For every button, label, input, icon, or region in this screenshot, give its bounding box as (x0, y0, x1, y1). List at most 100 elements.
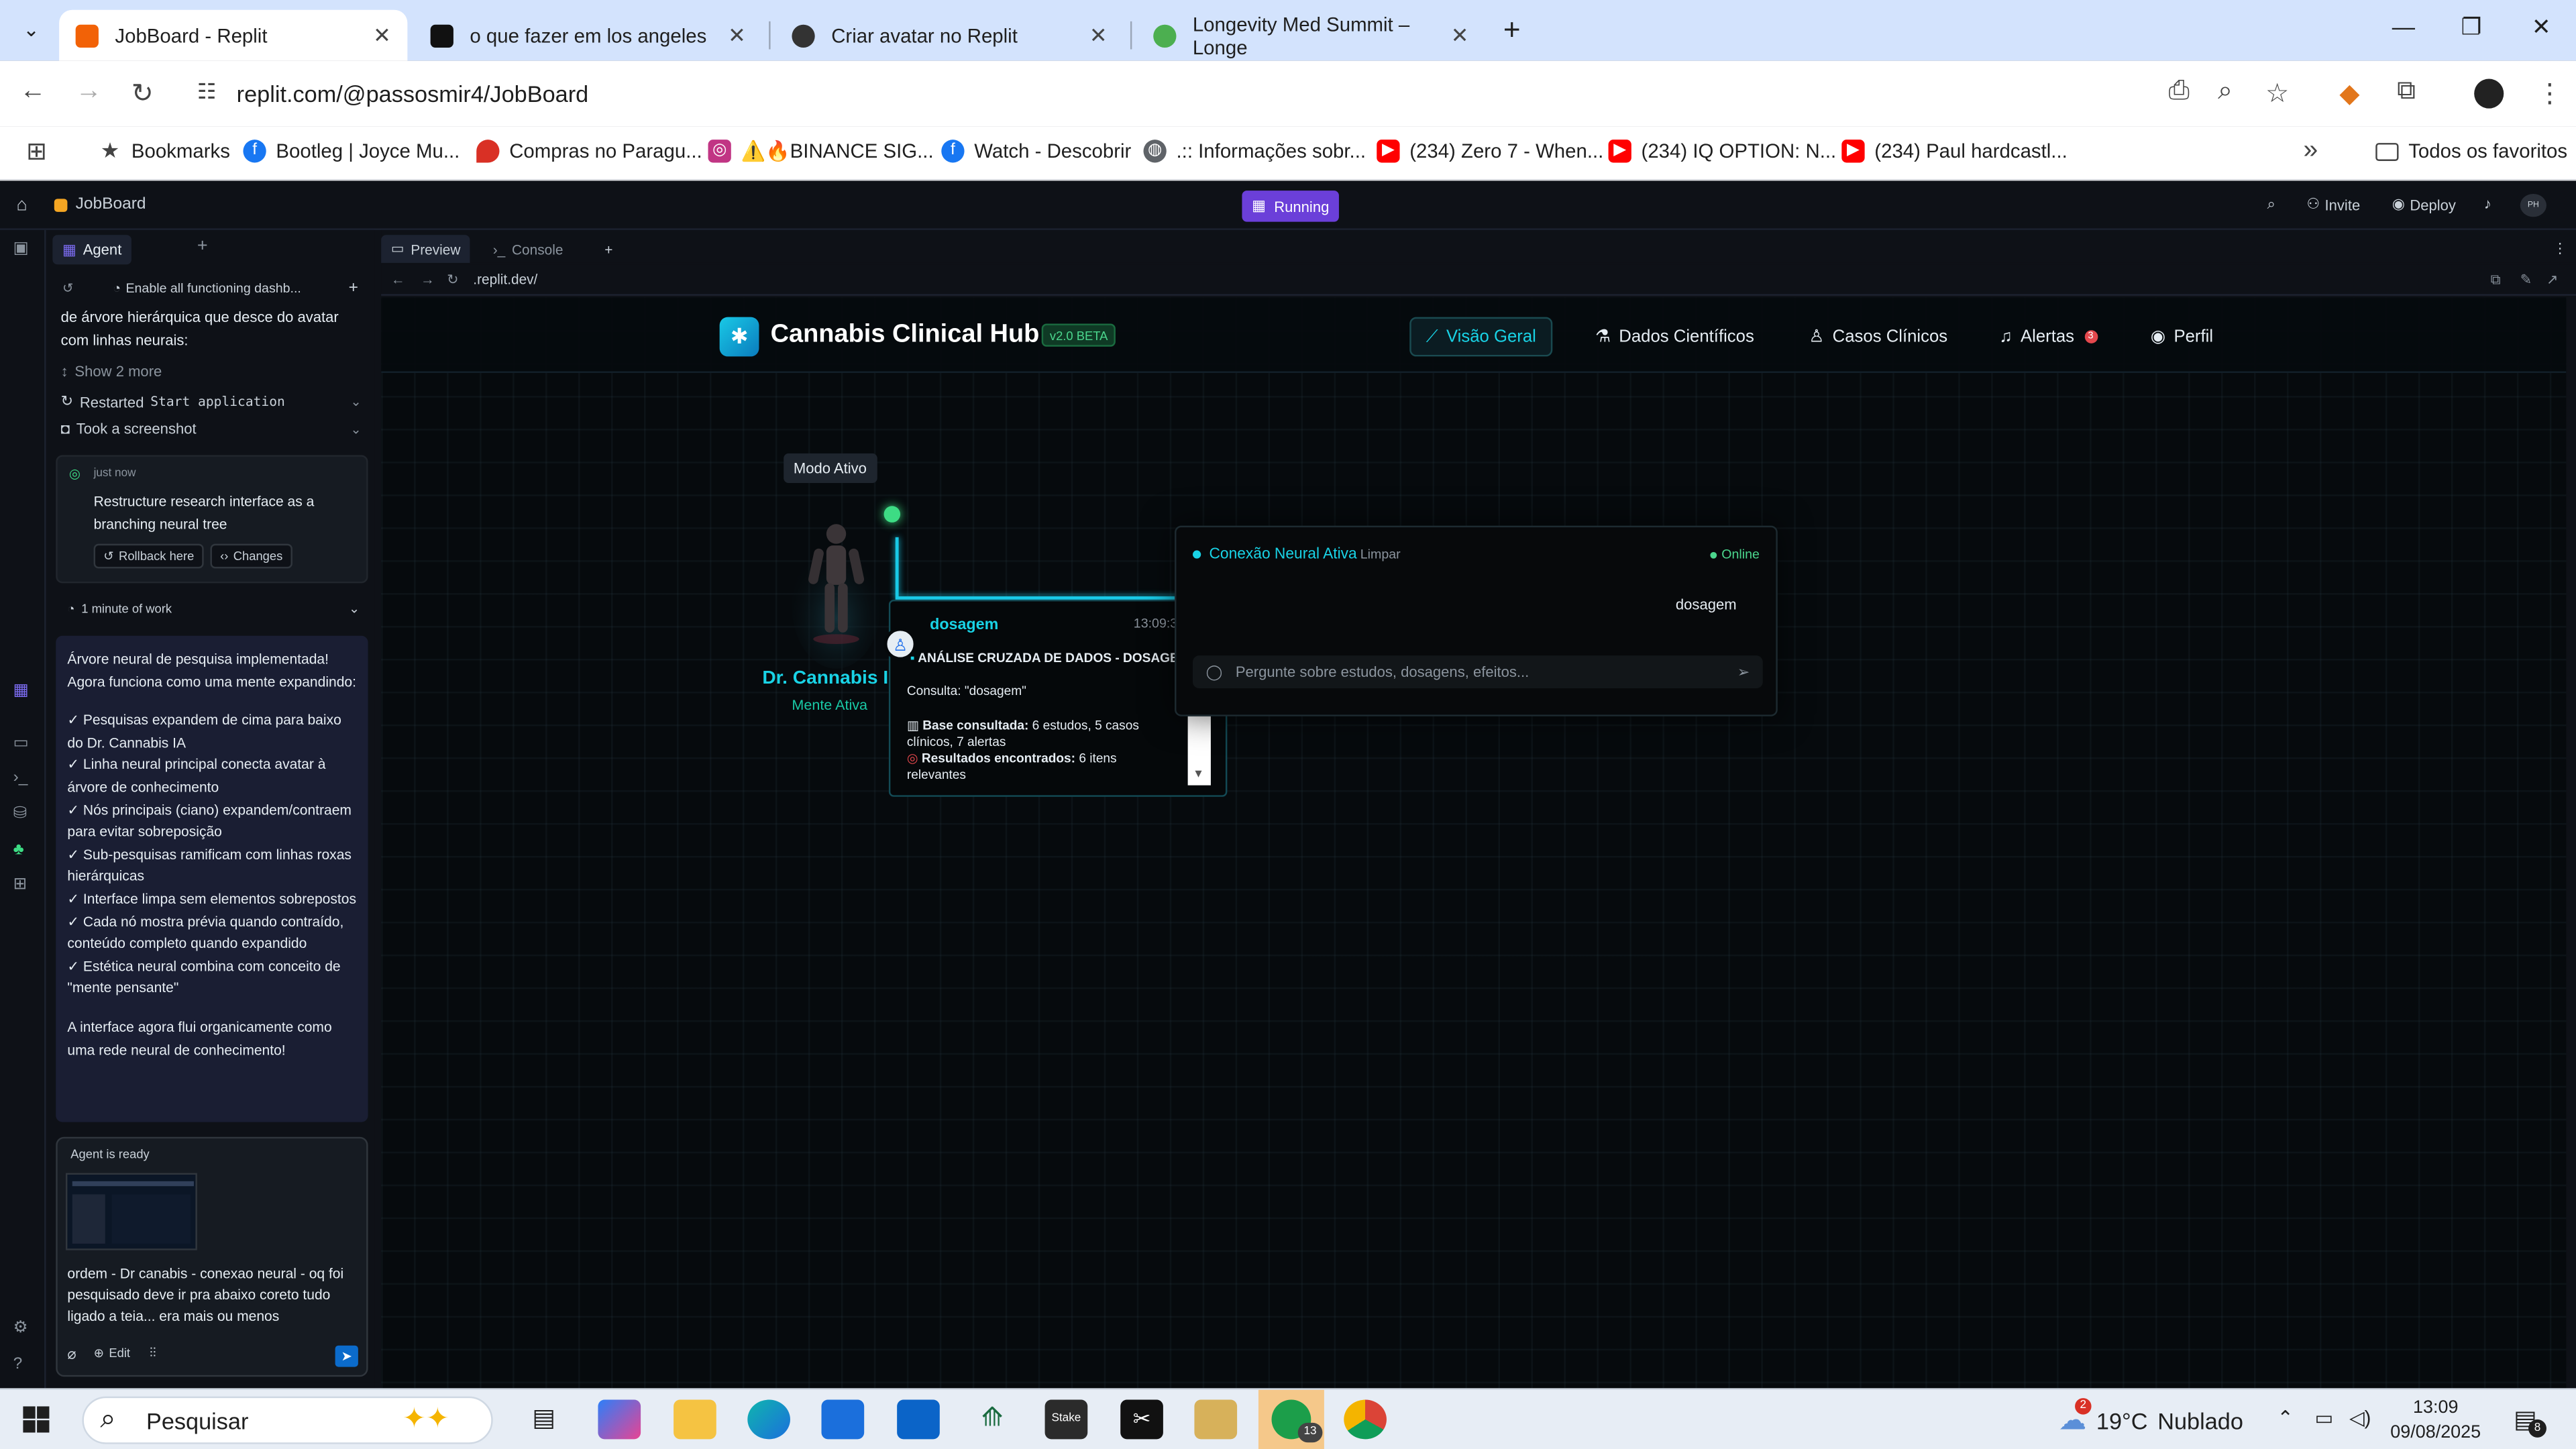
devices-icon[interactable]: ⧉ (2491, 271, 2501, 289)
nav-dados-cientificos[interactable]: ⚗ Dados Científicos (1580, 317, 1769, 357)
outlook-icon[interactable] (897, 1399, 940, 1440)
chrome-icon[interactable] (1344, 1399, 1387, 1440)
task-view-icon[interactable]: ▤ (523, 1400, 566, 1440)
restore-icon[interactable]: ❐ (2461, 13, 2482, 42)
running-status-button[interactable]: ▦ Running (1242, 191, 1340, 222)
home-icon[interactable]: ⌂ (16, 195, 27, 215)
nav-casos-clinicos[interactable]: ♙ Casos Clínicos (1794, 317, 1962, 357)
chat-input[interactable] (1235, 663, 1713, 680)
history-icon[interactable]: ↺ (62, 280, 73, 295)
tab-criar-avatar[interactable]: Criar avatar no Replit ✕ (775, 10, 1124, 61)
whatsapp-app-icon[interactable]: 13 (1258, 1389, 1324, 1449)
volume-icon[interactable]: ◁) (2349, 1406, 2371, 1429)
apps-grid-icon[interactable]: ⊞ (26, 136, 47, 166)
restarted-action[interactable]: ↻ Restarted Start application ⌄ (61, 392, 362, 411)
agent-rail-icon[interactable]: ▦ (13, 682, 29, 700)
preview-url[interactable]: .replit.dev/ (473, 271, 537, 287)
site-info-icon[interactable]: ☷ (197, 79, 217, 105)
new-chat-icon[interactable]: + (349, 278, 358, 297)
bookmark-item[interactable]: ▶ (234) Zero 7 - When... (1377, 140, 1603, 163)
database-icon[interactable]: ⛁ (13, 805, 28, 823)
stake-icon[interactable]: Stake (1044, 1399, 1088, 1440)
search-icon[interactable]: ⌕ (2267, 195, 2275, 213)
chat-clear-button[interactable]: Limpar (1360, 547, 1401, 562)
project-name[interactable]: JobBoard (54, 195, 146, 213)
tray-chevron-icon[interactable]: ⌃ (2277, 1406, 2294, 1429)
nav-alertas[interactable]: ♫ Alertas 3 (1984, 317, 2112, 357)
close-tab-icon[interactable]: ✕ (1451, 22, 1469, 48)
archive-app-icon[interactable] (1194, 1399, 1238, 1440)
preview-rail-icon[interactable]: ▭ (13, 735, 29, 753)
install-app-icon[interactable]: ⎙ (2169, 77, 2190, 107)
bookmark-item[interactable]: ◍.:: Informações sobr... (1143, 140, 1366, 163)
add-pane-icon[interactable]: + (595, 235, 623, 263)
chat-input-wrapper[interactable]: ◯ ➢ (1192, 655, 1763, 689)
agent-input-box[interactable]: Agent is ready ordem - Dr canabis - cone… (56, 1136, 368, 1377)
tab-search-chevron-icon[interactable]: ⌄ (16, 13, 46, 46)
preview-reload-icon[interactable]: ↻ (447, 271, 458, 289)
work-duration-row[interactable]: ◔ 1 minute of work ⌄ (56, 592, 368, 625)
tab-console[interactable]: ›_ Console (483, 235, 573, 263)
files-icon[interactable]: ▣ (13, 240, 29, 258)
dr-cannabis-avatar[interactable] (792, 511, 881, 669)
profile-avatar-icon[interactable] (2474, 78, 2504, 109)
bookmark-item[interactable]: ▶ (234) Paul hardcastl... (1841, 140, 2068, 163)
add-tab-icon[interactable]: + (197, 237, 208, 256)
bookmark-item[interactable]: ◎ ⚠️🔥BINANCE SIG... (708, 140, 934, 163)
forward-icon[interactable]: → (76, 77, 102, 107)
tab-preview[interactable]: ▭ Preview (381, 235, 471, 263)
agent-input-text[interactable]: ordem - Dr canabis - conexao neural - oq… (67, 1263, 360, 1328)
more-bookmarks-icon[interactable]: » (2303, 136, 2318, 166)
agent-tab[interactable]: ▦ Agent (52, 235, 132, 265)
capcut-icon[interactable]: ✂ (1120, 1399, 1163, 1440)
attached-screenshot-thumbnail[interactable] (65, 1173, 197, 1250)
extensions-icon[interactable]: ⧉ (2397, 77, 2416, 107)
tab-longevity[interactable]: Longevity Med Summit – Longe ✕ (1137, 10, 1485, 61)
tab-jobboard-replit[interactable]: JobBoard - Replit ✕ (59, 9, 408, 61)
address-bar[interactable]: ☷ replit.com/@passosmir4/JobBoard (180, 68, 2317, 119)
show-more-toggle[interactable]: ↕ Show 2 more (61, 363, 362, 379)
bookmark-item[interactable]: f Bootleg | Joyce Mu... (243, 140, 460, 163)
menu-dots-icon[interactable]: ⋮ (2536, 77, 2563, 110)
invite-button[interactable]: ⚇ Invite (2306, 195, 2360, 213)
copilot-app-icon[interactable] (598, 1399, 641, 1440)
file-explorer-icon[interactable] (674, 1399, 716, 1440)
bookmark-item[interactable]: f Watch - Descobrir (941, 140, 1131, 163)
close-tab-icon[interactable]: ✕ (1089, 22, 1108, 48)
open-new-tab-icon[interactable]: ↗ (2546, 271, 2558, 289)
console-rail-icon[interactable]: ›_ (13, 769, 28, 787)
nav-visao-geral[interactable]: ⟋ Visão Geral (1409, 317, 1553, 357)
notification-center-icon[interactable]: ▤ 8 (2514, 1405, 2546, 1438)
vectorworks-icon[interactable]: ⟰ (971, 1400, 1014, 1440)
windows-start-icon[interactable] (23, 1406, 50, 1433)
zoom-icon[interactable]: ⌕ (2218, 77, 2233, 107)
reload-icon[interactable]: ↻ (131, 77, 154, 110)
edge-icon[interactable] (747, 1399, 790, 1440)
preview-forward-icon[interactable]: → (421, 271, 435, 287)
tab-o-que-fazer[interactable]: o que fazer em los angeles ✕ (414, 10, 762, 61)
send-button[interactable]: ➤ (335, 1345, 358, 1367)
close-tab-icon[interactable]: ✕ (373, 22, 391, 48)
pane-menu-icon[interactable]: ⋮ (2543, 235, 2576, 263)
edit-mode-button[interactable]: ⊕ Edit (94, 1346, 130, 1360)
screenshot-action[interactable]: ◘ Took a screenshot ⌄ (61, 421, 362, 437)
minimize-icon[interactable]: — (2392, 13, 2415, 40)
attach-icon[interactable]: ⌀ (67, 1346, 76, 1364)
bookmark-item[interactable]: ★ Bookmarks (99, 139, 230, 163)
weather-widget[interactable]: ☁ 2 19°C Nublado (2059, 1398, 2243, 1438)
help-icon[interactable]: ? (13, 1355, 23, 1373)
store-icon[interactable] (821, 1399, 865, 1440)
metamask-icon[interactable]: ◆ (2339, 77, 2359, 110)
all-bookmarks-folder[interactable]: Todos os favoritos (2375, 140, 2567, 162)
back-icon[interactable]: ← (19, 77, 46, 107)
bookmark-star-icon[interactable]: ☆ (2265, 77, 2289, 110)
notification-bell-icon[interactable]: ♪ (2484, 195, 2491, 211)
preview-back-icon[interactable]: ← (391, 271, 405, 287)
node-scrollbar[interactable]: ▼ (1187, 716, 1211, 786)
new-tab-button[interactable]: + (1503, 13, 1521, 48)
network-icon[interactable]: ▭ (2315, 1406, 2334, 1429)
deploy-button[interactable]: ◉ Deploy (2392, 195, 2456, 213)
settings-icon[interactable]: ⚙ (13, 1320, 28, 1338)
devtools-icon[interactable]: ✎ (2520, 271, 2532, 289)
send-icon[interactable]: ➢ (1737, 663, 1750, 681)
